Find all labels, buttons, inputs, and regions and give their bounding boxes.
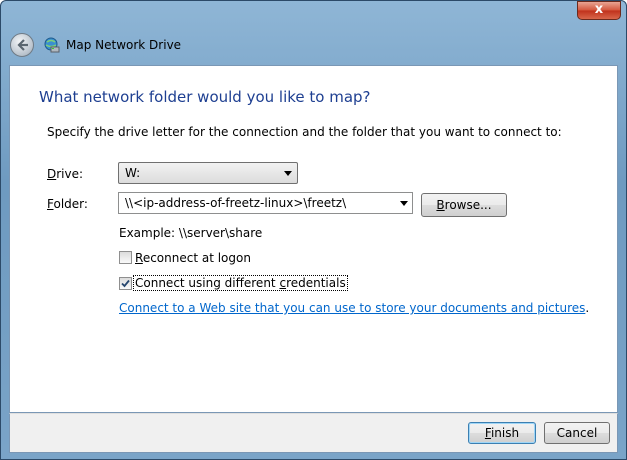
web-site-link[interactable]: Connect to a Web site that you can use t…	[119, 301, 585, 315]
chevron-down-icon	[284, 171, 292, 176]
network-drive-icon	[44, 37, 60, 53]
web-site-link-row: Connect to a Web site that you can use t…	[119, 301, 590, 315]
window-title: Map Network Drive	[66, 38, 182, 52]
browse-button[interactable]: Browse...	[421, 193, 507, 217]
drive-label: Drive:	[47, 167, 84, 181]
reconnect-label[interactable]: Reconnect at logon	[135, 251, 251, 265]
dialog-content	[9, 65, 618, 413]
back-arrow-icon	[17, 39, 28, 51]
reconnect-checkbox[interactable]	[119, 251, 132, 264]
instruction-text: Specify the drive letter for the connect…	[47, 125, 562, 139]
cancel-button[interactable]: Cancel	[544, 422, 610, 444]
credentials-checkbox[interactable]	[119, 277, 132, 290]
drive-selected-value: W:	[125, 166, 141, 180]
folder-example-text: Example: \\server\share	[119, 226, 263, 240]
credentials-label[interactable]: Connect using different credentials	[133, 275, 348, 291]
checkmark-icon	[121, 279, 130, 288]
title-bar: Map Network Drive x	[1, 1, 626, 65]
folder-combobox[interactable]: \\<ip-address-of-freetz-linux>\freetz\	[118, 192, 413, 214]
drive-select[interactable]: W:	[118, 162, 298, 184]
chevron-down-icon[interactable]	[400, 201, 408, 206]
close-icon: x	[594, 2, 604, 17]
finish-button[interactable]: Finish	[468, 422, 536, 444]
folder-label: Folder:	[47, 197, 88, 211]
page-heading: What network folder would you like to ma…	[39, 88, 371, 106]
close-button[interactable]: x	[577, 1, 621, 20]
back-button[interactable]	[10, 33, 34, 57]
folder-input[interactable]: \\<ip-address-of-freetz-linux>\freetz\	[125, 196, 346, 210]
map-network-drive-window: Map Network Drive x What network folder …	[0, 0, 627, 460]
